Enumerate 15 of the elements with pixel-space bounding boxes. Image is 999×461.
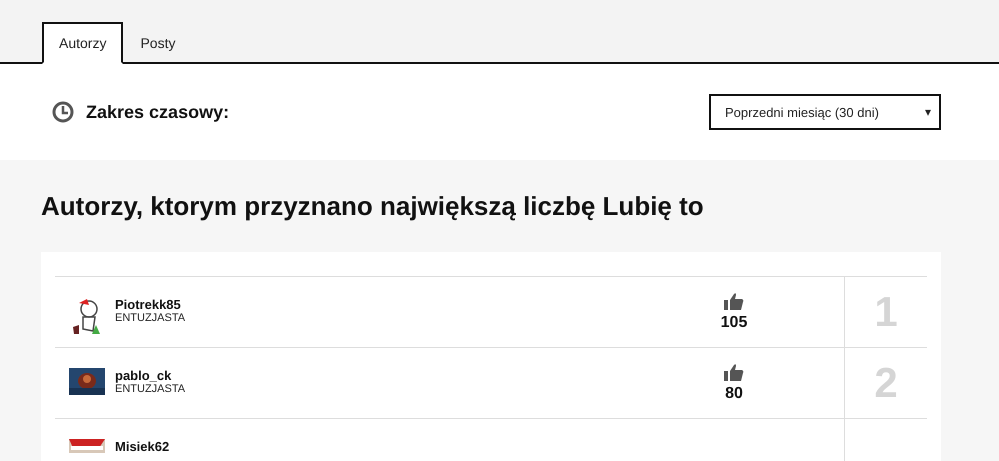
tab[interactable]: Autorzy	[42, 22, 124, 64]
like-count: 105	[720, 314, 748, 332]
like-count: 80	[725, 385, 743, 403]
user-rank-label: ENTUZJASTA	[115, 383, 186, 395]
username[interactable]: Piotrekk85	[115, 297, 186, 312]
username[interactable]: pablo_ck	[115, 368, 186, 383]
username[interactable]: Misiek62	[115, 439, 170, 454]
thumbs-up-icon	[724, 363, 744, 382]
page-heading: Autorzy, ktorym przyznano największą liczbę Lubię to	[41, 190, 704, 220]
thumbs-up-icon	[724, 292, 744, 311]
time-range-select[interactable]: Poprzedni miesiąc (30 dni) ▾	[709, 94, 941, 130]
tab[interactable]: Posty	[123, 22, 192, 64]
clock-icon	[52, 101, 74, 123]
user-rank-label: ENTUZJASTA	[115, 312, 186, 324]
time-range-label: Zakres czasowy:	[86, 102, 230, 122]
